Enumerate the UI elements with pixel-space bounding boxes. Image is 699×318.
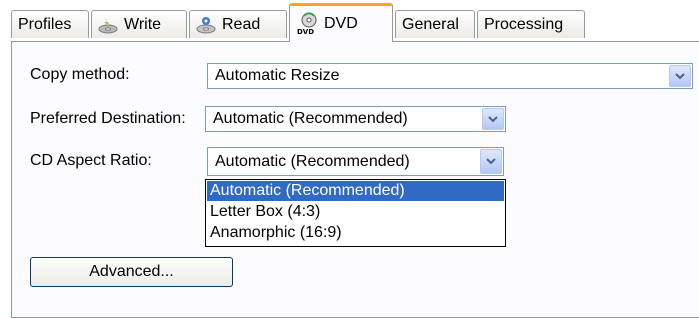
tab-read[interactable]: Read <box>189 10 287 38</box>
cd-aspect-ratio-value: Automatic (Recommended) <box>215 153 410 170</box>
cd-aspect-ratio-select[interactable]: Automatic (Recommended) <box>207 147 504 176</box>
tab-bar: Profiles Write Read DVD DVD General Proc… <box>0 0 699 42</box>
preferred-destination-select[interactable]: Automatic (Recommended) <box>205 106 506 132</box>
copy-method-value: Automatic Resize <box>215 67 340 84</box>
disc-read-icon <box>196 15 216 35</box>
copy-method-select[interactable]: Automatic Resize <box>207 63 693 89</box>
cd-aspect-ratio-dropdown: Automatic (Recommended) Letter Box (4:3)… <box>205 179 506 247</box>
tab-label: General <box>402 15 459 33</box>
tab-label: Write <box>124 15 162 33</box>
disc-burn-icon <box>98 15 118 35</box>
copy-method-label: Copy method: <box>30 66 130 83</box>
tab-write[interactable]: Write <box>91 10 187 38</box>
tab-label: Read <box>222 15 261 33</box>
tab-general[interactable]: General <box>395 10 475 38</box>
option-letter-box[interactable]: Letter Box (4:3) <box>207 202 504 222</box>
dvd-icon-text: DVD <box>297 28 314 36</box>
option-anamorphic[interactable]: Anamorphic (16:9) <box>207 223 504 243</box>
option-automatic[interactable]: Automatic (Recommended) <box>207 181 504 201</box>
advanced-button[interactable]: Advanced... <box>30 257 233 287</box>
preferred-destination-label: Preferred Destination: <box>30 110 186 127</box>
chevron-down-icon[interactable] <box>482 108 504 130</box>
tab-label: DVD <box>324 15 358 32</box>
tab-label: Processing <box>484 15 564 33</box>
tab-dvd[interactable]: DVD DVD <box>289 3 393 42</box>
dvd-disc-icon: DVD <box>296 12 318 36</box>
tab-processing[interactable]: Processing <box>477 10 585 38</box>
tab-label: Profiles <box>18 15 72 33</box>
chevron-down-icon[interactable] <box>669 65 691 87</box>
preferred-destination-value: Automatic (Recommended) <box>213 110 408 127</box>
chevron-down-icon[interactable] <box>480 149 502 174</box>
cd-aspect-ratio-label: CD Aspect Ratio: <box>30 152 152 169</box>
tab-profiles[interactable]: Profiles <box>11 10 89 38</box>
